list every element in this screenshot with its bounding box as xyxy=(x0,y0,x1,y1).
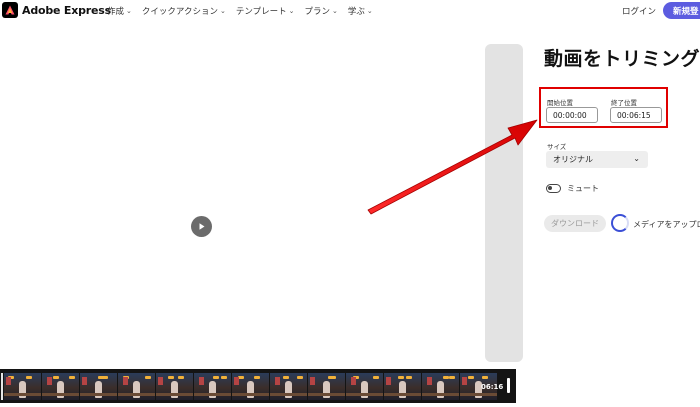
end-time-label: 終了位置 xyxy=(611,99,637,107)
mute-label: ミュート xyxy=(567,184,599,193)
login-link[interactable]: ログイン xyxy=(622,5,656,17)
nav-item-learn[interactable]: 学ぶ ⌄ xyxy=(348,5,373,17)
chevron-down-icon: ⌄ xyxy=(633,154,640,163)
filmstrip-frame xyxy=(194,373,231,400)
duration-label: 06:16 xyxy=(481,383,504,391)
mute-toggle[interactable] xyxy=(546,184,561,193)
start-time-input[interactable]: 00:00:00 xyxy=(546,107,598,123)
filmstrip-frame xyxy=(156,373,193,400)
download-button[interactable]: ダウンロード xyxy=(544,215,606,232)
adobe-express-logo-icon[interactable] xyxy=(2,2,18,18)
chevron-down-icon: ⌄ xyxy=(219,7,226,15)
nav-item-label: プラン xyxy=(304,7,330,17)
nav-item-plans[interactable]: プラン ⌄ xyxy=(304,5,337,17)
nav-item-label: テンプレート xyxy=(235,7,287,17)
nav-item-templates[interactable]: テンプレート ⌄ xyxy=(236,5,295,17)
nav-item-quick-actions[interactable]: クイックアクション ⌄ xyxy=(142,5,226,17)
filmstrip-frame xyxy=(4,373,41,400)
nav-item-create[interactable]: 作成 ⌄ xyxy=(107,5,132,17)
timeline-filmstrip[interactable] xyxy=(0,369,516,403)
filmstrip-frame xyxy=(232,373,269,400)
upload-status-text: メディアをアップロ xyxy=(633,220,700,229)
start-time-label: 開始位置 xyxy=(547,99,573,107)
chevron-down-icon: ⌄ xyxy=(366,7,373,15)
filmstrip-frame xyxy=(422,373,459,400)
toggle-knob xyxy=(548,186,552,190)
nav-item-label: クイックアクション xyxy=(141,7,218,17)
chevron-down-icon: ⌄ xyxy=(331,7,338,15)
top-nav-bar: Adobe Express 作成 ⌄ クイックアクション ⌄ テンプレート ⌄ プラン… xyxy=(0,0,700,23)
main-nav: 作成 ⌄ クイックアクション ⌄ テンプレート ⌄ プラン ⌄ 学ぶ ⌄ xyxy=(107,5,383,17)
play-button[interactable] xyxy=(191,216,212,237)
side-divider-panel xyxy=(485,44,523,362)
play-icon xyxy=(199,223,205,230)
chevron-down-icon: ⌄ xyxy=(126,7,132,15)
nav-item-label: 学ぶ xyxy=(347,7,365,17)
trim-handle-left[interactable] xyxy=(1,373,3,400)
filmstrip-frame xyxy=(42,373,79,400)
end-time-input[interactable]: 00:06:15 xyxy=(610,107,662,123)
page-title: 動画をトリミング xyxy=(544,48,700,70)
chevron-down-icon: ⌄ xyxy=(288,7,295,15)
video-preview-area[interactable] xyxy=(0,25,484,365)
filmstrip-frame xyxy=(80,373,117,400)
size-label: サイズ xyxy=(547,143,567,151)
signup-button[interactable]: 新規登 xyxy=(663,2,700,19)
filmstrip-frame xyxy=(384,373,421,400)
nav-item-label: 作成 xyxy=(107,7,125,17)
filmstrip-frame xyxy=(118,373,155,400)
filmstrip-frame xyxy=(346,373,383,400)
loading-spinner-icon xyxy=(611,214,629,232)
trim-handle-right[interactable] xyxy=(507,378,510,393)
brand-name[interactable]: Adobe Express xyxy=(22,4,111,17)
size-select[interactable]: オリジナル ⌄ xyxy=(546,151,648,168)
size-select-value: オリジナル xyxy=(553,155,593,164)
filmstrip-frame xyxy=(270,373,307,400)
filmstrip-frame xyxy=(308,373,345,400)
